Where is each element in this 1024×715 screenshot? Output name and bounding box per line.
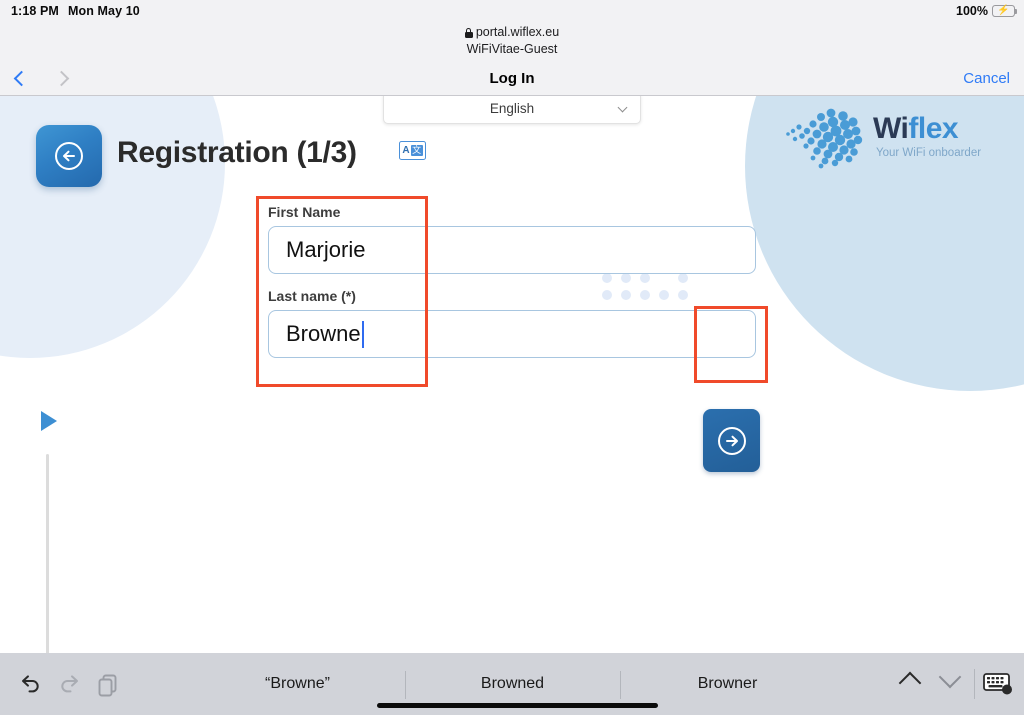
arrow-left-circle-icon (55, 142, 83, 170)
screen: 1:18 PM Mon May 10 100% ⚡ portal.wiflex.… (0, 0, 1024, 715)
portal-page: English Registration (1/3) A 文 Wiflex Yo… (0, 96, 1024, 653)
last-name-row: Last name (*) Browne (268, 288, 758, 358)
logo-wordmark: Wiflex (873, 112, 959, 146)
url-line: portal.wiflex.eu (0, 24, 1024, 41)
battery-charging-icon: ⚡ (992, 5, 1018, 17)
status-bar-right: 100% ⚡ (956, 0, 1018, 22)
registration-form: First Name Marjorie Last name (*) Browne (268, 204, 758, 358)
lock-icon (464, 28, 473, 39)
wiflex-sphere-icon (786, 108, 863, 169)
prediction-0[interactable]: “Browne” (190, 668, 405, 700)
url-block: portal.wiflex.eu WiFiVitae-Guest (0, 24, 1024, 59)
wifi-ssid: WiFiVitae-Guest (466, 42, 558, 57)
cancel-button[interactable]: Cancel (963, 70, 1010, 87)
home-indicator (377, 703, 658, 708)
page-title: Log In (489, 70, 535, 87)
last-name-value: Browne (286, 321, 361, 346)
chevron-down-icon (617, 102, 628, 113)
status-bar: 1:18 PM Mon May 10 100% ⚡ (0, 0, 1024, 22)
language-select[interactable]: English (383, 96, 641, 124)
prediction-1[interactable]: Browned (405, 668, 620, 700)
status-bar-left: 1:18 PM Mon May 10 (11, 4, 140, 18)
chevron-up-icon[interactable] (898, 671, 922, 695)
registration-title: Registration (1/3) (117, 136, 357, 169)
first-name-input[interactable]: Marjorie (268, 226, 756, 274)
back-button[interactable] (36, 125, 102, 187)
logo-name-first: Wi (873, 112, 909, 145)
paste-icon[interactable] (97, 673, 119, 702)
first-name-value: Marjorie (286, 237, 366, 262)
translate-letter: A (402, 144, 410, 156)
language-select-value: English (489, 100, 535, 116)
keyboard-dismiss-icon[interactable] (983, 672, 1013, 695)
status-time: 1:18 PM (11, 4, 59, 18)
first-name-label: First Name (268, 204, 341, 220)
first-name-row: First Name Marjorie (268, 204, 758, 274)
portal-url: portal.wiflex.eu (475, 25, 560, 39)
logo-name-second: flex (908, 112, 959, 145)
logo-tagline: Your WiFi onboarder (876, 147, 982, 159)
left-rail-divider (46, 454, 49, 653)
keyboard-bar-divider (974, 669, 975, 699)
submit-button[interactable] (703, 409, 760, 472)
safari-captive-portal-bar: portal.wiflex.eu WiFiVitae-Guest Log In … (0, 22, 1024, 96)
bolt-glyph: ⚡ (997, 5, 1010, 16)
text-caret (361, 320, 364, 348)
undo-icon[interactable] (18, 673, 42, 700)
chevron-down-icon[interactable] (938, 665, 962, 689)
status-date: Mon May 10 (67, 4, 140, 18)
battery-percent: 100% (956, 4, 988, 18)
nav-row: Log In Cancel (0, 62, 1024, 96)
last-name-input[interactable]: Browne (268, 310, 756, 358)
wiflex-logo: Wiflex Your WiFi onboarder (783, 103, 983, 171)
prediction-2[interactable]: Browner (620, 668, 835, 700)
translate-glyph: 文 (410, 145, 423, 156)
play-triangle-icon[interactable] (41, 411, 57, 431)
arrow-right-circle-icon (717, 426, 746, 455)
redo-icon (58, 673, 82, 700)
translate-icon[interactable]: A 文 (399, 141, 426, 160)
last-name-label: Last name (*) (268, 288, 356, 304)
